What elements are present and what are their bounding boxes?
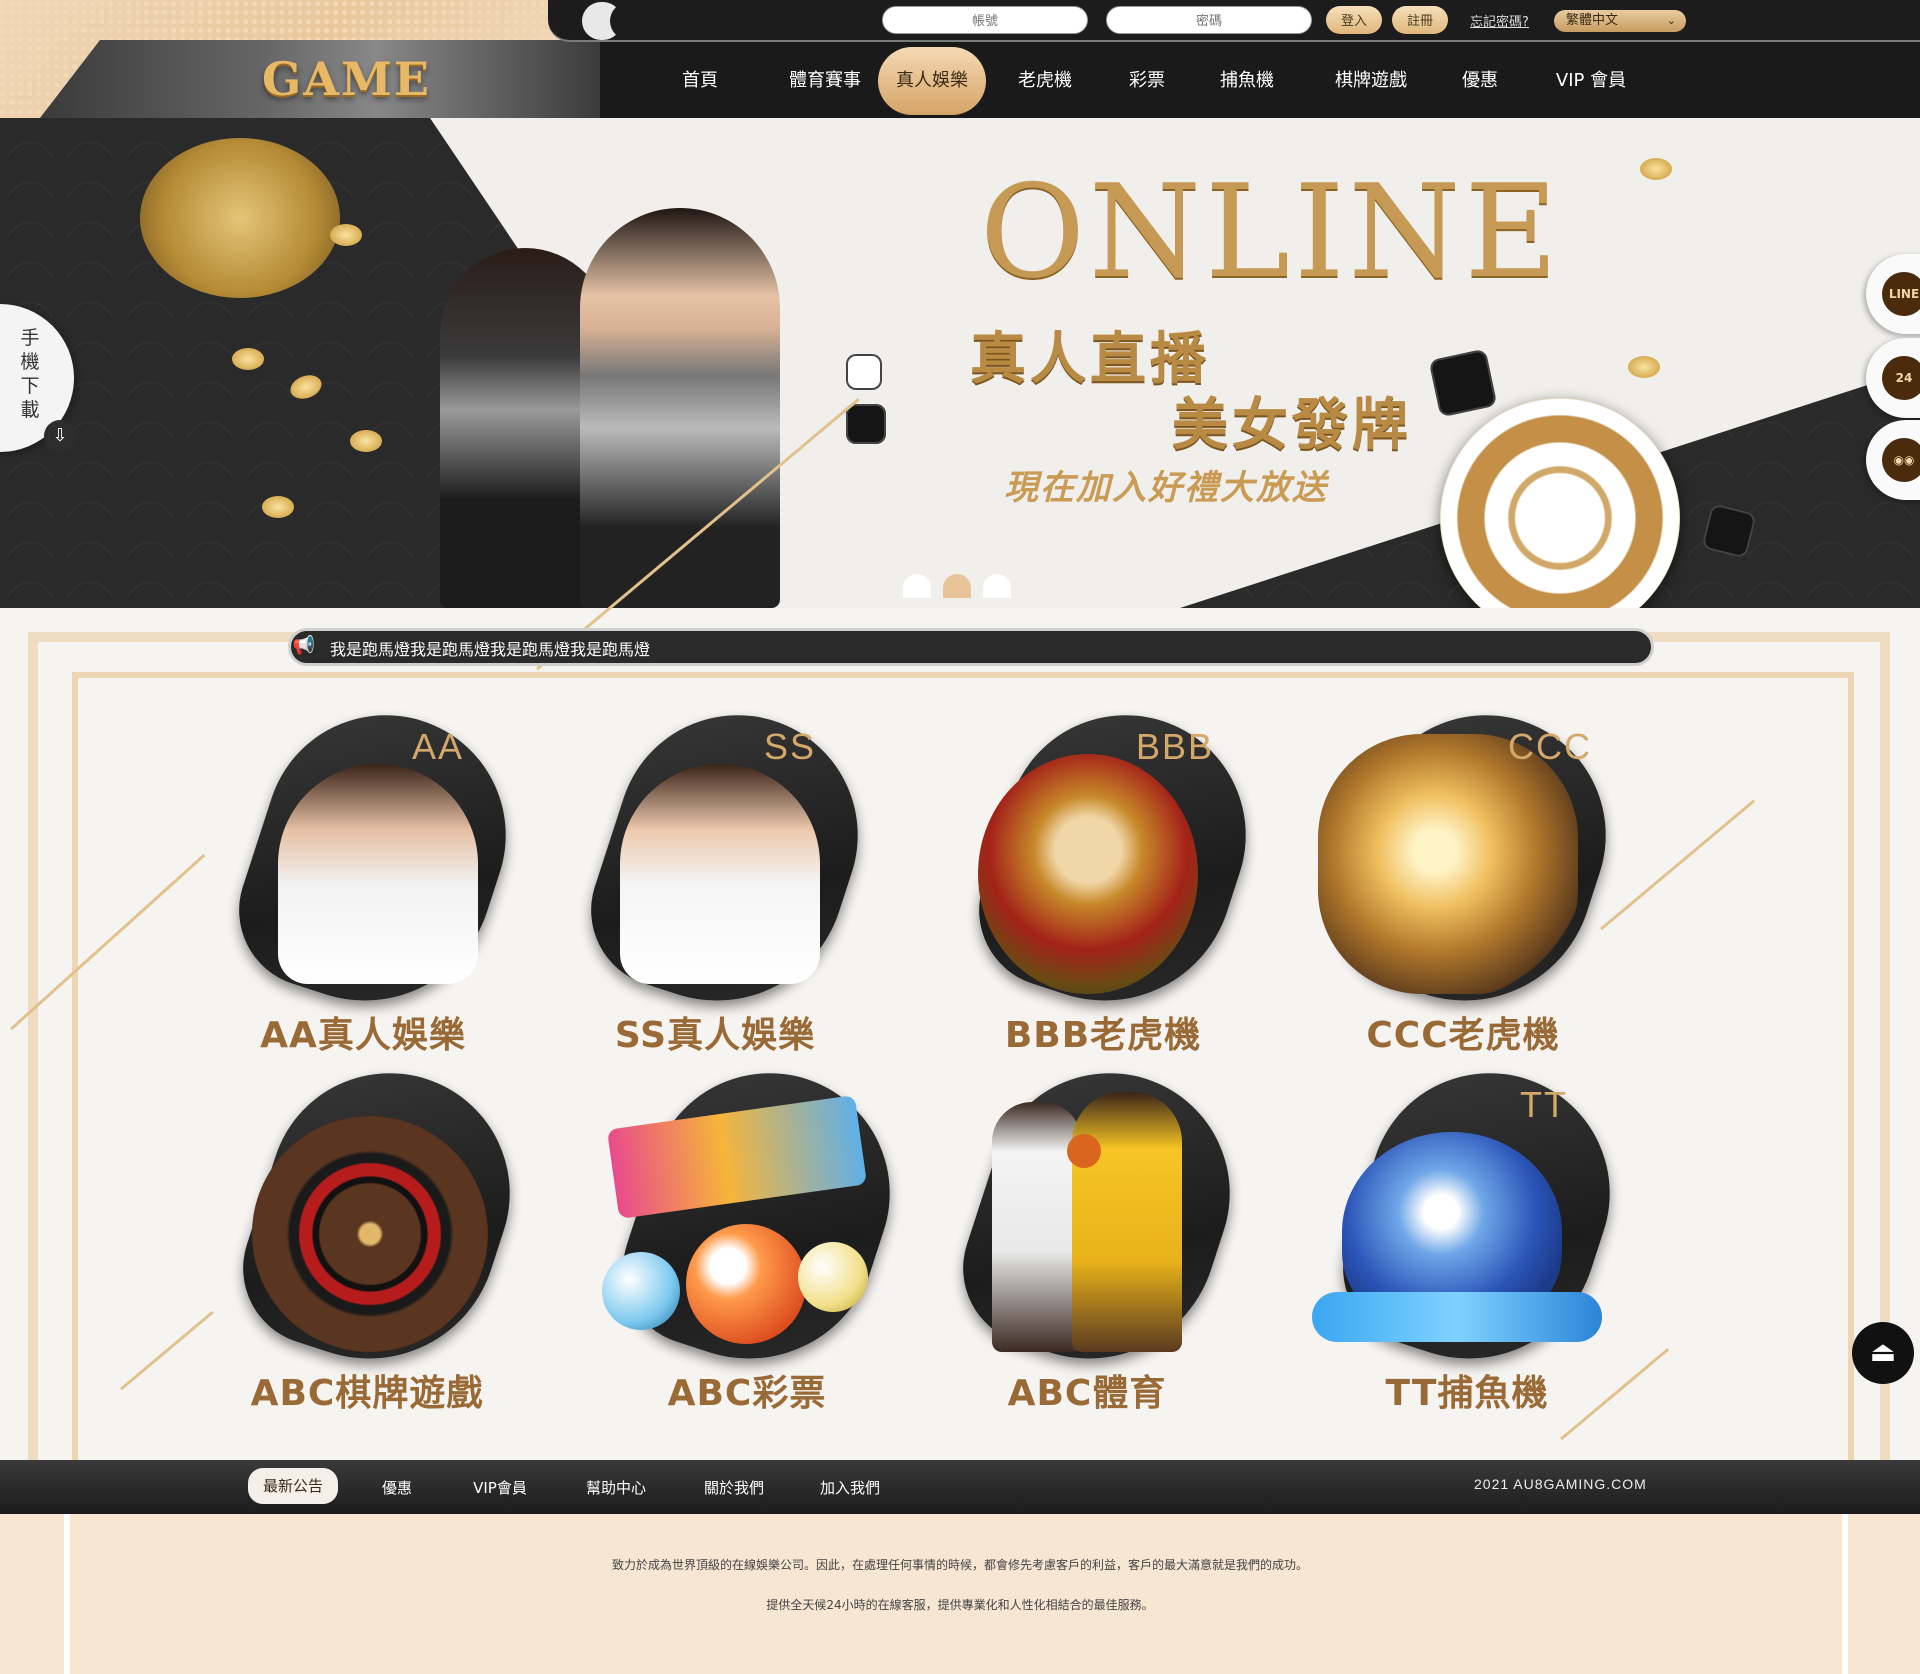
coin-icon — [350, 430, 382, 452]
basketball-icon — [1067, 1134, 1101, 1168]
card-frame: CCC — [1298, 684, 1637, 1034]
card-label: CCC老虎機 — [1366, 1015, 1560, 1056]
footer-link-announcements[interactable]: 最新公告 — [248, 1468, 338, 1504]
nav-fishing[interactable]: 捕魚機 — [1192, 44, 1302, 118]
forgot-password-link[interactable]: 忘記密碼? — [1470, 11, 1529, 30]
slide-dot-3[interactable] — [983, 574, 1011, 598]
game-card-sports[interactable]: ABC體育 — [922, 1042, 1261, 1414]
card-label: ABC棋牌遊戲 — [250, 1373, 484, 1414]
coin-icon — [262, 496, 294, 518]
banner-headline: ONLINE — [980, 158, 1562, 307]
water-splash-icon — [1312, 1292, 1602, 1342]
roulette-icon — [252, 1116, 488, 1352]
card-tag: CCC — [1508, 726, 1592, 767]
card-frame — [582, 1042, 921, 1392]
nav-slots[interactable]: 老虎機 — [990, 44, 1100, 118]
download-icon[interactable]: ⇩ — [44, 420, 76, 452]
slide-dot-2[interactable] — [943, 574, 971, 598]
register-button[interactable]: 註冊 — [1392, 6, 1448, 34]
gold-bow-icon — [140, 138, 340, 298]
copyright-text: 2021 AU8GAMING.COM — [1474, 1476, 1647, 1492]
chevron-down-icon: ⌄ — [1666, 14, 1676, 27]
login-button[interactable]: 登入 — [1326, 6, 1382, 34]
card-frame: BBB — [938, 684, 1277, 1034]
wechat-icon: ◉◉ — [1882, 438, 1920, 482]
nav-board-games[interactable]: 棋牌遊戲 — [1306, 44, 1436, 118]
footer-frame — [64, 1514, 1848, 1674]
line-icon: LINE — [1882, 272, 1920, 316]
card-label: ABC彩票 — [667, 1373, 827, 1414]
card-label: SS真人娛樂 — [614, 1015, 816, 1056]
card-label: ABC體育 — [1007, 1373, 1167, 1414]
nav-sports[interactable]: 體育賽事 — [760, 44, 890, 118]
footer-service-text: 提供全天候24小時的在線客服，提供專業化和人性化相結合的最佳服務。 — [766, 1598, 1154, 1612]
dice-icon — [1428, 348, 1498, 418]
game-card-lottery[interactable]: ABC彩票 — [582, 1042, 921, 1414]
megaphone-icon: 📢 — [292, 635, 316, 656]
coin-icon — [232, 348, 264, 370]
card-tag: AA — [411, 726, 464, 767]
footer-link-promotions[interactable]: 優惠 — [362, 1473, 432, 1503]
basketball-player-icon — [992, 1102, 1082, 1352]
footer-link-about[interactable]: 關於我們 — [692, 1473, 776, 1503]
card-label: BBB老虎機 — [1004, 1015, 1202, 1056]
back-to-top-button[interactable]: ⏏ — [1852, 1322, 1914, 1384]
coin-icon — [1640, 158, 1672, 180]
banner-line-2: 美女發牌 — [1172, 393, 1412, 458]
dice-icon — [846, 354, 882, 390]
card-frame: AA — [198, 684, 537, 1034]
card-tag: TT — [1520, 1084, 1568, 1125]
game-card-aa[interactable]: AA AA真人娛樂 — [198, 684, 537, 1056]
bingo-ball-icon — [602, 1252, 680, 1330]
marquee-text: 我是跑馬燈我是跑馬燈我是跑馬燈我是跑馬燈 — [330, 640, 651, 659]
card-frame: SS — [550, 684, 889, 1034]
nav-lottery[interactable]: 彩票 — [1100, 44, 1194, 118]
phone-24-icon: 24 — [1882, 356, 1920, 400]
live-dealer-woman-icon — [278, 764, 478, 984]
dice-icon — [846, 404, 886, 444]
card-frame — [922, 1042, 1261, 1392]
language-select[interactable]: 繁體中文 ⌄ — [1554, 10, 1686, 32]
game-card-bbb[interactable]: BBB BBB老虎機 — [938, 684, 1277, 1056]
game-card-board-games[interactable]: ABC棋牌遊戲 — [202, 1042, 541, 1414]
bingo-ball-icon — [798, 1242, 868, 1312]
coin-icon — [1628, 356, 1660, 378]
hero-banner[interactable]: ONLINE 真人直播 美女發牌 現在加入好禮大放送 — [0, 118, 1920, 608]
footer-link-help[interactable]: 幫助中心 — [574, 1473, 658, 1503]
bingo-ball-icon — [686, 1224, 806, 1344]
nav-live-casino[interactable]: 真人娛樂 — [878, 47, 986, 115]
card-frame — [202, 1042, 541, 1392]
live-dealer-woman-icon — [620, 764, 820, 984]
banner-line-3: 現在加入好禮大放送 — [1004, 468, 1328, 508]
card-label: AA真人娛樂 — [260, 1015, 466, 1056]
slide-indicators — [903, 574, 1013, 598]
game-card-ss[interactable]: SS SS真人娛樂 — [550, 684, 889, 1056]
zeus-icon — [1318, 734, 1578, 994]
game-card-ccc[interactable]: CCC CCC老虎機 — [1298, 684, 1637, 1056]
card-tag: SS — [763, 726, 816, 767]
site-logo[interactable]: GAME — [262, 52, 431, 106]
footer-link-join[interactable]: 加入我們 — [808, 1473, 892, 1503]
topbar-toggle-cap — [610, 2, 654, 40]
mobile-download-label: 手機下載 — [20, 327, 40, 421]
footer-link-vip[interactable]: VIP會員 — [460, 1473, 540, 1503]
nav-home[interactable]: 首頁 — [640, 44, 760, 118]
warrior-icon — [978, 754, 1198, 994]
basketball-player-icon — [1072, 1092, 1182, 1352]
card-label: TT捕魚機 — [1385, 1373, 1549, 1414]
nav-promotions[interactable]: 優惠 — [1440, 44, 1520, 118]
game-card-fishing[interactable]: TT TT捕魚機 — [1302, 1042, 1641, 1414]
card-tag: BBB — [1135, 726, 1214, 767]
card-frame: TT — [1302, 1042, 1641, 1392]
dealer-models-image — [430, 178, 790, 608]
password-input[interactable] — [1106, 6, 1312, 34]
footer-mission-text: 致力於成為世界頂級的在線娛樂公司。因此，在處理任何事情的時候，都會修先考慮客戶的… — [611, 1558, 1308, 1572]
site-header: GAME 登入 註冊 忘記密碼? 繁體中文 ⌄ 首頁 體育賽事 真人娛樂 老虎機… — [0, 0, 1920, 118]
slide-dot-1[interactable] — [903, 574, 931, 598]
nav-vip[interactable]: VIP 會員 — [1536, 44, 1646, 118]
language-label: 繁體中文 — [1566, 13, 1619, 28]
account-input[interactable] — [882, 6, 1088, 34]
coin-icon — [330, 224, 362, 246]
